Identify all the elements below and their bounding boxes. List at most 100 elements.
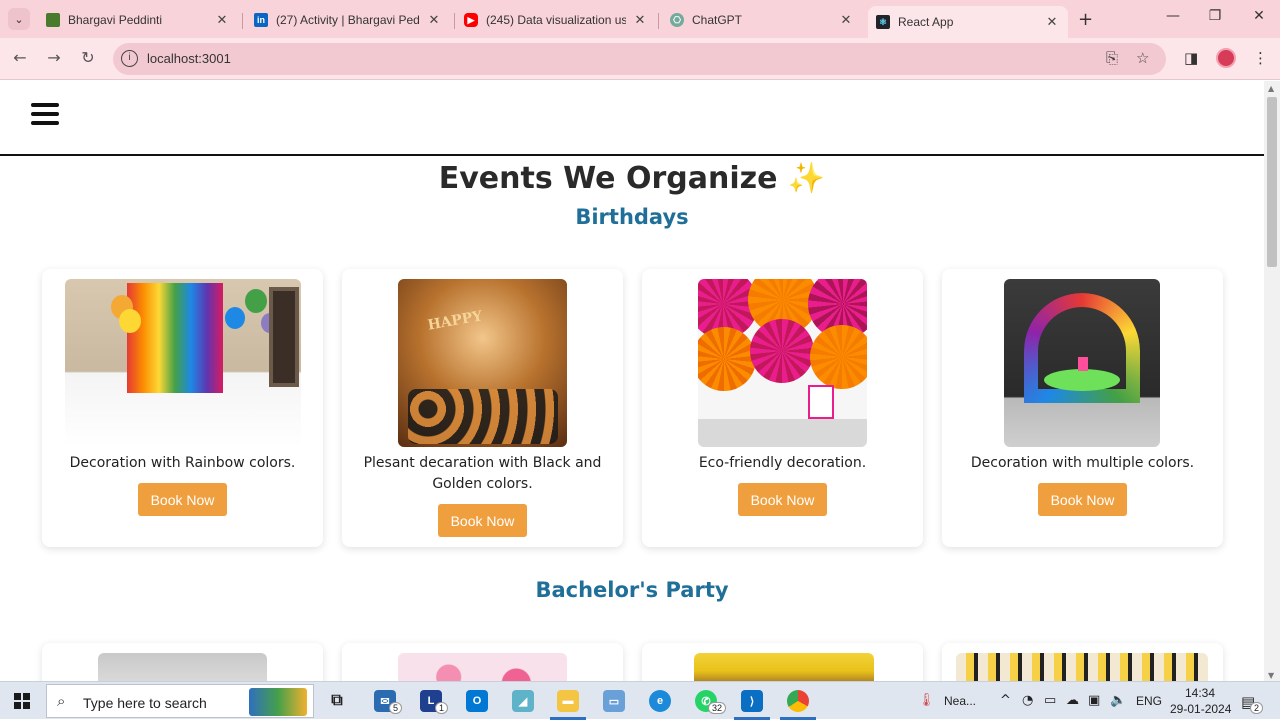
tab-title: (245) Data visualization usin — [486, 13, 626, 27]
window-app-icon[interactable]: ▭ — [603, 690, 625, 712]
scroll-down-icon[interactable]: ▼ — [1268, 671, 1274, 680]
bachelor-decoration-image — [398, 653, 567, 681]
teams-badge: 1 — [435, 702, 449, 714]
vscode-icon[interactable]: ⟩ — [741, 690, 763, 712]
card-description: Decoration with multiple colors. — [970, 455, 1195, 471]
event-card: HAPPY Plesant decaration with Black and … — [342, 269, 623, 547]
linkedin-icon: in — [254, 13, 268, 27]
clock-time[interactable]: 14:34 — [1185, 686, 1215, 700]
app-header — [0, 81, 1264, 156]
section-title-birthdays: Birthdays — [575, 205, 689, 229]
react-icon: ⚛ — [876, 15, 890, 29]
forward-icon[interactable]: → — [43, 48, 65, 67]
close-icon[interactable]: ✕ — [1044, 14, 1060, 30]
eco-friendly-decoration-image — [698, 279, 867, 447]
multicolor-balloon-decoration-image — [1004, 279, 1160, 447]
browser-tabstrip: ⌄ Bhargavi Peddinti ✕ in (27) Activity |… — [0, 0, 1280, 38]
page-scrollbar[interactable]: ▲ ▼ — [1264, 81, 1280, 681]
close-icon[interactable]: ✕ — [426, 12, 442, 28]
chevron-up-icon[interactable]: ^ — [1000, 693, 1011, 708]
mail-badge: 5 — [389, 702, 403, 714]
language-indicator[interactable]: ENG — [1136, 694, 1162, 708]
event-card — [942, 643, 1223, 681]
app-icon[interactable]: ◢ — [512, 690, 534, 712]
event-card — [342, 643, 623, 681]
browser-toolbar: ← → ↻ i localhost:3001 ⎘ ☆ ◨ ⋮ — [0, 38, 1280, 80]
windows-start-icon[interactable] — [14, 693, 30, 709]
reload-icon[interactable]: ↻ — [77, 48, 99, 67]
window-close-icon[interactable]: ✕ — [1244, 8, 1274, 24]
weather-text[interactable]: Nea... — [944, 694, 976, 708]
tab-title: (27) Activity | Bhargavi Peddi — [276, 13, 420, 27]
volume-icon[interactable]: 🔈 — [1110, 693, 1126, 708]
minimize-icon[interactable]: — — [1158, 8, 1188, 24]
tab-title: React App — [898, 15, 954, 29]
bachelor-decoration-image — [694, 653, 874, 681]
tab-bhargavi[interactable]: Bhargavi Peddinti ✕ — [38, 6, 238, 34]
tab-react-app[interactable]: ⚛ React App ✕ — [868, 6, 1068, 38]
outlook-icon[interactable]: O — [466, 690, 488, 712]
install-app-icon[interactable]: ⎘ — [1106, 49, 1118, 67]
clock-date[interactable]: 29-01-2024 — [1170, 702, 1231, 716]
whatsapp-badge: 32 — [708, 702, 727, 714]
rainbow-decoration-image — [65, 279, 301, 447]
new-tab-button[interactable]: + — [1078, 9, 1093, 30]
tab-title: Bhargavi Peddinti — [68, 13, 163, 27]
back-icon[interactable]: ← — [9, 48, 31, 67]
site-info-icon[interactable]: i — [121, 50, 138, 67]
page-title-text: Events We Organize — [438, 161, 778, 196]
book-now-button[interactable]: Book Now — [438, 504, 527, 537]
card-description: Eco-friendly decoration. — [698, 455, 867, 471]
event-card: Decoration with multiple colors. Book No… — [942, 269, 1223, 547]
chrome-icon[interactable] — [787, 690, 809, 712]
search-icon: ⌕ — [57, 692, 66, 710]
side-panel-icon[interactable]: ◨ — [1184, 49, 1198, 67]
profile-favicon-icon — [46, 13, 60, 27]
file-explorer-icon[interactable]: ▬ — [557, 690, 579, 712]
bachelor-decoration-image — [956, 653, 1208, 681]
menu-kebab-icon[interactable]: ⋮ — [1253, 49, 1268, 67]
hamburger-menu-icon[interactable] — [31, 103, 59, 127]
event-card: Eco-friendly decoration. Book Now — [642, 269, 923, 547]
weather-icon[interactable]: 🌡 — [918, 693, 935, 708]
battery-icon[interactable]: ▭ — [1044, 693, 1056, 708]
close-icon[interactable]: ✕ — [632, 12, 648, 28]
book-now-button[interactable]: Book Now — [1038, 483, 1127, 516]
page-viewport: Events We Organize ✨ Birthdays Decoratio… — [0, 81, 1264, 681]
page-title: Events We Organize ✨ — [0, 161, 1264, 196]
edge-icon[interactable]: e — [649, 690, 671, 712]
display-icon[interactable]: ▣ — [1088, 693, 1100, 708]
cloud-icon[interactable]: ☁ — [1066, 693, 1079, 708]
task-view-icon[interactable]: ⧉ — [326, 690, 348, 712]
youtube-icon: ▶ — [464, 13, 478, 27]
tab-search-button[interactable]: ⌄ — [8, 8, 30, 30]
close-icon[interactable]: ✕ — [838, 12, 854, 28]
tab-chatgpt[interactable]: ⎔ ChatGPT ✕ — [662, 6, 862, 34]
scroll-thumb[interactable] — [1267, 97, 1277, 267]
avatar[interactable] — [1216, 48, 1236, 68]
book-now-button[interactable]: Book Now — [138, 483, 227, 516]
section-title-bachelors-party: Bachelor's Party — [535, 578, 729, 602]
search-highlight-image — [249, 688, 307, 716]
book-now-button[interactable]: Book Now — [738, 483, 827, 516]
tab-divider — [454, 13, 455, 29]
bookmark-star-icon[interactable]: ☆ — [1136, 49, 1149, 67]
card-description: Decoration with Rainbow colors. — [69, 455, 296, 471]
search-placeholder: Type here to search — [83, 695, 207, 711]
card-description: Plesant decaration with Black and Golden… — [363, 455, 602, 492]
event-card — [642, 643, 923, 681]
network-icon[interactable]: ◔ — [1022, 693, 1033, 708]
address-bar[interactable]: i localhost:3001 ⎘ ☆ — [113, 43, 1166, 75]
restore-icon[interactable]: ❐ — [1200, 8, 1230, 24]
close-icon[interactable]: ✕ — [214, 12, 230, 28]
event-card: Decoration with Rainbow colors. Book Now — [42, 269, 323, 547]
bachelor-decoration-image — [98, 653, 267, 681]
tab-linkedin[interactable]: in (27) Activity | Bhargavi Peddi ✕ — [246, 6, 450, 34]
chatgpt-icon: ⎔ — [670, 13, 684, 27]
scroll-up-icon[interactable]: ▲ — [1268, 84, 1274, 93]
url-text[interactable]: localhost:3001 — [147, 51, 231, 66]
tab-youtube[interactable]: ▶ (245) Data visualization usin ✕ — [456, 6, 656, 34]
notifications-badge: 2 — [1250, 702, 1264, 714]
taskbar-search-input[interactable]: ⌕ Type here to search — [46, 684, 314, 718]
windows-taskbar: ⌕ Type here to search ⧉ ✉ 5 L 1 O ◢ ▬ ▭ … — [0, 681, 1280, 720]
